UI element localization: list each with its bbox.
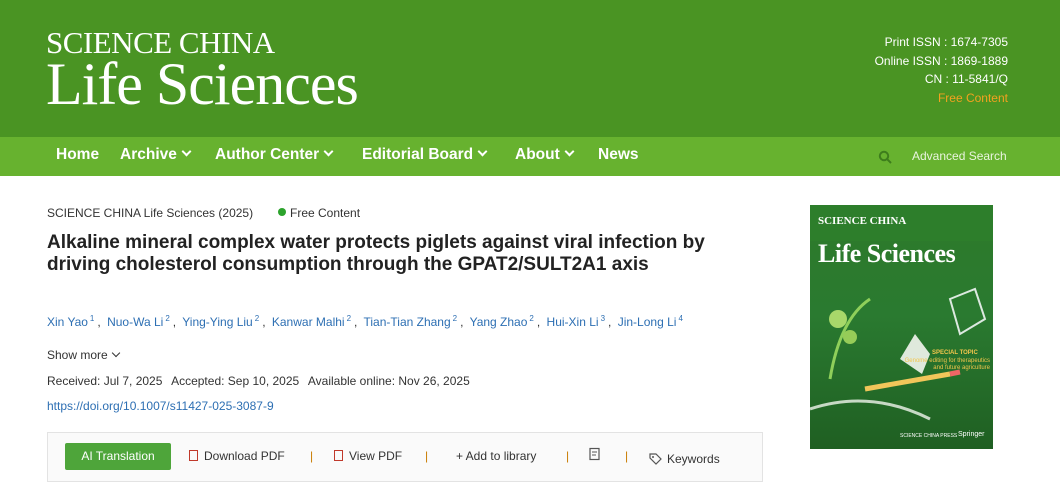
main-nav: Home Archive Author Center Editorial Boa… — [0, 137, 1060, 176]
journal-citation: SCIENCE CHINA Life Sciences (2025) — [47, 206, 254, 220]
pdf-icon — [334, 450, 343, 461]
cover-publisher: Springer — [958, 431, 985, 438]
nav-archive[interactable]: Archive — [120, 137, 192, 176]
available-date: Available online: Nov 26, 2025 — [307, 374, 470, 388]
toolbar-divider: | — [566, 449, 570, 463]
nav-home-label: Home — [56, 146, 100, 163]
keywords-label: Keywords — [667, 452, 720, 466]
show-more-button[interactable]: Show more — [47, 348, 120, 362]
received-date: Received: Jul 7, 2025 — [47, 374, 163, 388]
nav-about-label: About — [515, 146, 560, 163]
download-pdf-button[interactable]: Download PDF — [189, 449, 285, 463]
tag-icon — [649, 453, 662, 465]
nav-author-center-label: Author Center — [215, 146, 320, 163]
toolbar-divider: | — [310, 449, 314, 463]
logo-journal-name[interactable]: Life Sciences — [46, 54, 359, 114]
author-link[interactable]: Nuo-Wa Li 2 — [107, 314, 170, 329]
author-link[interactable]: Hui-Xin Li 3 — [547, 314, 605, 329]
cover-topic-line: Genome editing for therapeutics — [904, 358, 990, 364]
chevron-down-icon — [323, 146, 334, 157]
add-to-library-button[interactable]: + Add to library — [456, 449, 536, 463]
nav-about[interactable]: About — [515, 137, 575, 176]
nav-archive-label: Archive — [120, 146, 177, 163]
chevron-down-icon — [111, 348, 120, 358]
author-link[interactable]: Xin Yao 1 — [47, 314, 94, 329]
free-content-badge: Free Content — [278, 206, 360, 220]
print-issn: Print ISSN : 1674-7305 — [884, 35, 1008, 49]
toolbar-divider: | — [625, 449, 629, 463]
download-pdf-label: Download PDF — [204, 449, 285, 463]
nav-editorial-board[interactable]: Editorial Board — [362, 137, 488, 176]
cover-topic: Genome editing for therapeutics and futu… — [890, 358, 990, 372]
author-link[interactable]: Ying-Ying Liu 2 — [182, 314, 259, 329]
chevron-down-icon — [181, 146, 192, 157]
cover-topic-line: and future agriculture — [933, 365, 990, 371]
chevron-down-icon — [564, 146, 575, 157]
search-icon[interactable] — [878, 150, 892, 164]
green-dot-icon — [278, 208, 286, 216]
nav-news-label: News — [598, 146, 639, 163]
site-header: SCIENCE CHINA Life Sciences Print ISSN :… — [0, 0, 1060, 137]
nav-news[interactable]: News — [598, 137, 639, 176]
author-link[interactable]: Yang Zhao 2 — [470, 314, 534, 329]
chevron-down-icon — [477, 146, 488, 157]
free-content-label: Free Content — [290, 206, 361, 220]
show-more-label: Show more — [47, 348, 108, 362]
advanced-search-link[interactable]: Advanced Search — [912, 148, 1007, 164]
view-pdf-label: View PDF — [349, 449, 403, 463]
author-link[interactable]: Kanwar Malhi 2 — [272, 314, 351, 329]
view-pdf-button[interactable]: View PDF — [334, 449, 402, 463]
cover-brand: SCIENCE CHINA — [818, 215, 907, 227]
doi-link[interactable]: https://doi.org/10.1007/s11427-025-3087-… — [47, 399, 274, 413]
free-content-link[interactable]: Free Content — [875, 89, 1008, 108]
toolbar-divider: | — [425, 449, 429, 463]
article-dates: Received: Jul 7, 2025 Accepted: Sep 10, … — [47, 374, 476, 388]
ai-translation-button[interactable]: AI Translation — [65, 443, 171, 470]
nav-author-center[interactable]: Author Center — [215, 137, 334, 176]
accepted-date: Accepted: Sep 10, 2025 — [171, 374, 300, 388]
pdf-icon — [189, 450, 198, 461]
online-issn: Online ISSN : 1869-1889 — [874, 53, 1008, 68]
nav-home[interactable]: Home — [56, 137, 99, 176]
author-link[interactable]: Tian-Tian Zhang 2 — [364, 314, 458, 329]
author-link[interactable]: Jin-Long Li 4 — [618, 314, 683, 329]
citation-icon[interactable] — [588, 447, 602, 461]
cover-press: SCIENCE CHINA PRESS — [900, 433, 958, 439]
article-title: Alkaline mineral complex water protects … — [47, 232, 705, 275]
issn-info: Print ISSN : 1674-7305 Online ISSN : 186… — [875, 33, 1008, 107]
keywords-button[interactable]: Keywords — [648, 449, 720, 466]
cover-title: Life Sciences — [818, 239, 956, 268]
author-list: Xin Yao 1, Nuo-Wa Li 2, Ying-Ying Liu 2, Ka… — [47, 314, 683, 329]
cover-special-topic: SPECIAL TOPIC — [932, 350, 978, 356]
journal-cover-image[interactable]: SCIENCE CHINA Life Sciences SPECIAL TOPI… — [810, 205, 993, 449]
cn-number: CN : 11-5841/Q — [924, 72, 1008, 86]
nav-editorial-board-label: Editorial Board — [362, 146, 474, 163]
